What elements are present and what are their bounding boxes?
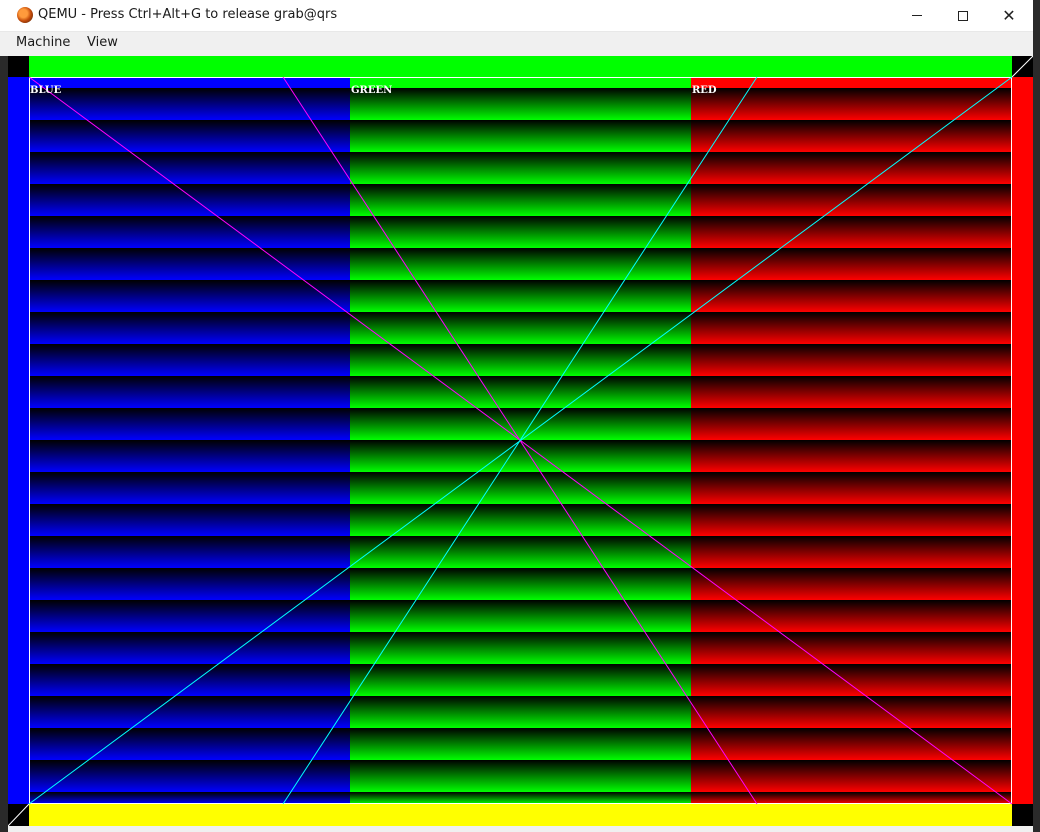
green-gradient-band (350, 600, 691, 632)
red-gradient-band (691, 312, 1012, 344)
red-gradient-band (691, 536, 1012, 568)
bottom-border (29, 804, 1012, 826)
green-gradient-band (350, 632, 691, 664)
green-gradient-band (350, 216, 691, 248)
red-gradient-band (691, 216, 1012, 248)
red-gradient-band (691, 792, 1012, 804)
red-gradient-band (691, 376, 1012, 408)
green-gradient-band (350, 120, 691, 152)
red-gradient-band (691, 600, 1012, 632)
red-gradient-band (691, 504, 1012, 536)
blue-gradient-band (29, 184, 350, 216)
green-gradient-band (350, 440, 691, 472)
red-gradient-band (691, 152, 1012, 184)
menu-view[interactable]: View (87, 35, 118, 50)
maximize-icon (958, 10, 968, 21)
blue-gradient-band (29, 216, 350, 248)
blue-gradient-band (29, 120, 350, 152)
blue-label: BLUE (30, 85, 62, 96)
blue-gradient-band (29, 248, 350, 280)
blue-gradient-band (29, 536, 350, 568)
menu-bar: Machine View (0, 32, 1040, 55)
test-pattern: BLUE GREEN RED (8, 56, 1033, 826)
green-gradient-band (350, 536, 691, 568)
blue-gradient-band (29, 472, 350, 504)
green-gradient-band (350, 312, 691, 344)
background-right-strip (1033, 0, 1040, 832)
menu-machine[interactable]: Machine (16, 35, 70, 50)
green-gradient-band (350, 472, 691, 504)
green-top-cap (350, 77, 691, 88)
blue-gradient-band (29, 568, 350, 600)
green-gradient-band (350, 88, 691, 120)
blue-gradient-band (29, 664, 350, 696)
qemu-window: QEMU - Press Ctrl+Alt+G to release grab@… (0, 0, 1040, 832)
blue-gradient-band (29, 88, 350, 120)
green-gradient-band (350, 664, 691, 696)
right-border (1012, 77, 1033, 804)
blue-gradient-band (29, 376, 350, 408)
close-button[interactable]: ✕ (986, 0, 1032, 31)
background-desktop-strip (0, 56, 8, 832)
green-gradient-band (350, 248, 691, 280)
green-gradient-band (350, 280, 691, 312)
red-gradient-band (691, 440, 1012, 472)
red-gradient-band (691, 248, 1012, 280)
green-gradient-band (350, 568, 691, 600)
blue-gradient-band (29, 408, 350, 440)
green-gradient-band (350, 728, 691, 760)
green-gradient-band (350, 760, 691, 792)
blue-gradient-band (29, 632, 350, 664)
green-gradient-band (350, 408, 691, 440)
blue-gradient-band (29, 728, 350, 760)
green-gradient-band (350, 152, 691, 184)
blue-gradient-band (29, 312, 350, 344)
blue-top-cap (29, 77, 350, 88)
left-border (8, 77, 29, 804)
qemu-app-icon (17, 7, 33, 23)
red-top-cap (691, 77, 1012, 88)
red-gradient-band (691, 184, 1012, 216)
red-gradient-band (691, 120, 1012, 152)
blue-gradient-band (29, 440, 350, 472)
green-label: GREEN (351, 85, 392, 96)
minimize-icon (912, 15, 922, 16)
red-gradient-band (691, 568, 1012, 600)
close-icon: ✕ (1002, 6, 1016, 25)
green-gradient-band (350, 184, 691, 216)
green-gradient-band (350, 696, 691, 728)
green-gradient-band (350, 504, 691, 536)
maximize-button[interactable] (940, 0, 986, 31)
red-gradient-band (691, 344, 1012, 376)
red-label: RED (692, 85, 717, 96)
green-gradient-band (350, 792, 691, 804)
window-title: QEMU - Press Ctrl+Alt+G to release grab@… (38, 7, 338, 22)
blue-gradient-band (29, 504, 350, 536)
title-bar[interactable]: QEMU - Press Ctrl+Alt+G to release grab@… (0, 0, 1040, 32)
red-gradient-band (691, 728, 1012, 760)
blue-gradient-band (29, 792, 350, 804)
blue-gradient-band (29, 696, 350, 728)
green-gradient-band (350, 376, 691, 408)
red-gradient-band (691, 472, 1012, 504)
red-gradient-band (691, 664, 1012, 696)
red-gradient-band (691, 696, 1012, 728)
minimize-button[interactable] (894, 0, 940, 31)
red-gradient-band (691, 280, 1012, 312)
green-gradient-band (350, 344, 691, 376)
blue-gradient-band (29, 152, 350, 184)
blue-gradient-band (29, 600, 350, 632)
corner-top-left (8, 56, 29, 77)
top-border (29, 56, 1012, 77)
red-gradient-band (691, 632, 1012, 664)
blue-gradient-band (29, 280, 350, 312)
corner-bottom-right (1012, 804, 1033, 826)
red-gradient-band (691, 408, 1012, 440)
vm-display[interactable]: BLUE GREEN RED (8, 56, 1033, 826)
blue-gradient-band (29, 344, 350, 376)
